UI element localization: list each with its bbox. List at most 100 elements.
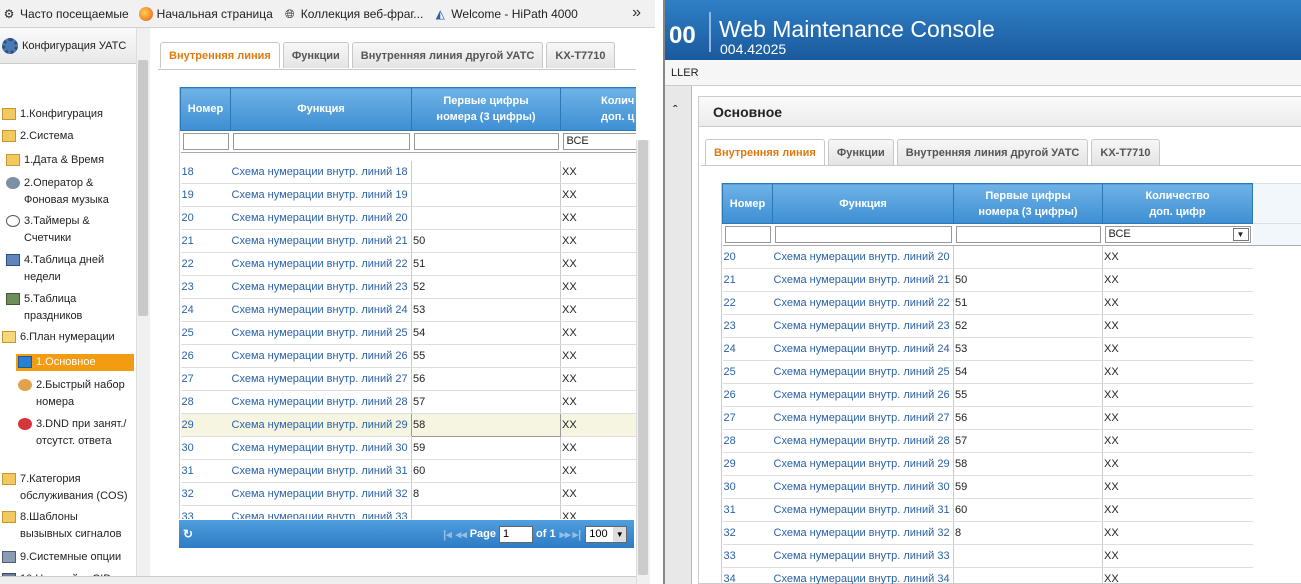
row-number-cell[interactable]: 26 (180, 344, 231, 368)
row-number-cell[interactable]: 32 (722, 521, 773, 545)
row-extra-digits-cell[interactable]: XX (1102, 567, 1253, 584)
sidebar-item-2[interactable]: 2.Система (0, 128, 136, 145)
row-first-digits-cell[interactable] (411, 206, 561, 230)
sidebar-item-11[interactable]: 3.DND при занят./отсутст. ответа (0, 416, 136, 450)
table-row[interactable]: 26 Схема нумерации внутр. линий 26 55 XX (180, 344, 636, 368)
row-extra-digits-cell[interactable]: XX (560, 344, 636, 368)
row-extra-digits-cell[interactable]: XX (1102, 383, 1253, 407)
row-first-digits-cell[interactable]: 56 (953, 406, 1103, 430)
row-number-cell[interactable]: 21 (180, 229, 231, 253)
table-row[interactable]: 23 Схема нумерации внутр. линий 23 52 XX (180, 275, 636, 299)
row-function-cell[interactable]: Схема нумерации внутр. линий 26 (772, 383, 954, 407)
table-row[interactable]: 26 Схема нумерации внутр. линий 26 55 XX (722, 383, 1301, 407)
filter-extra-digits-select[interactable]: ВСЕ ▼ (1102, 223, 1253, 246)
row-extra-digits-cell[interactable]: XX (1102, 337, 1253, 361)
col-extra-digits-header[interactable]: Количество доп. цифр (1102, 183, 1253, 224)
row-number-cell[interactable]: 32 (180, 482, 231, 506)
prev-page-icon[interactable]: ◂◂ (456, 528, 467, 541)
row-extra-digits-cell[interactable]: XX (560, 160, 636, 184)
table-row[interactable]: 21 Схема нумерации внутр. линий 21 50 XX (180, 229, 636, 253)
row-function-cell[interactable]: Схема нумерации внутр. линий 18 (230, 160, 412, 184)
row-extra-digits-cell[interactable]: XX (1102, 521, 1253, 545)
row-function-cell[interactable]: Схема нумерации внутр. линий 24 (772, 337, 954, 361)
row-first-digits-cell[interactable]: 8 (411, 482, 561, 506)
row-number-cell[interactable]: 25 (722, 360, 773, 384)
row-first-digits-cell[interactable]: 59 (953, 475, 1103, 499)
row-function-cell[interactable]: Схема нумерации внутр. линий 23 (772, 314, 954, 338)
sidebar-item-13[interactable]: 8.Шаблоны вызывных сигналов (0, 509, 136, 543)
horizontal-scrollbar[interactable] (0, 576, 636, 584)
row-first-digits-cell[interactable]: 50 (953, 268, 1103, 292)
row-first-digits-cell[interactable]: 55 (953, 383, 1103, 407)
row-first-digits-cell[interactable]: 52 (953, 314, 1103, 338)
sidebar-item-1[interactable]: 1.Конфигурация (0, 106, 136, 123)
row-first-digits-cell[interactable] (411, 505, 561, 519)
sidebar-item-14[interactable]: 9.Системные опции (0, 549, 136, 566)
row-number-cell[interactable]: 26 (722, 383, 773, 407)
sidebar-item-9[interactable]: 1.Основное (16, 354, 134, 371)
filter-function[interactable] (772, 223, 954, 246)
row-first-digits-cell[interactable] (953, 567, 1103, 584)
row-first-digits-cell[interactable]: 54 (953, 360, 1103, 384)
table-row[interactable]: 25 Схема нумерации внутр. линий 25 54 XX (722, 360, 1301, 384)
col-number-header[interactable]: Номер (180, 87, 231, 131)
row-first-digits-cell[interactable]: 50 (411, 229, 561, 253)
row-first-digits-cell[interactable]: 57 (411, 390, 561, 414)
row-function-cell[interactable]: Схема нумерации внутр. линий 31 (230, 459, 412, 483)
sidebar-scrollbar-thumb[interactable] (138, 60, 148, 316)
sidebar-item-10[interactable]: 2.Быстрый набор номера (0, 377, 136, 411)
tab-kx-t7710[interactable]: KX-T7710 (1091, 139, 1160, 165)
row-number-cell[interactable]: 28 (722, 429, 773, 453)
row-number-cell[interactable]: 33 (180, 505, 231, 519)
table-row[interactable]: 29 Схема нумерации внутр. линий 29 58 XX (722, 452, 1301, 476)
table-row[interactable]: 33 Схема нумерации внутр. линий 33 XX (722, 544, 1301, 568)
table-row[interactable]: 20 Схема нумерации внутр. линий 20 XX (722, 245, 1301, 269)
table-row[interactable]: 24 Схема нумерации внутр. линий 24 53 XX (180, 298, 636, 322)
row-function-cell[interactable]: Схема нумерации внутр. линий 29 (230, 413, 412, 437)
last-page-icon[interactable]: ▸| (573, 528, 582, 541)
row-extra-digits-cell[interactable]: XX (1102, 245, 1253, 269)
tab-features[interactable]: Функции (282, 42, 349, 68)
row-extra-digits-cell[interactable]: XX (1102, 268, 1253, 292)
row-first-digits-cell[interactable]: 51 (411, 252, 561, 276)
row-extra-digits-cell[interactable]: XX (560, 321, 636, 345)
col-function-header[interactable]: Функция (230, 87, 412, 131)
row-number-cell[interactable]: 23 (180, 275, 231, 299)
row-function-cell[interactable]: Схема нумерации внутр. линий 26 (230, 344, 412, 368)
collapsed-sidebar[interactable]: ˆ (665, 86, 692, 584)
tab-other-pbx-extension[interactable]: Внутренняя линия другой УАТС (351, 42, 544, 68)
row-first-digits-cell[interactable]: 52 (411, 275, 561, 299)
sidebar-header[interactable]: Конфигурация УАТС (0, 28, 149, 64)
row-function-cell[interactable]: Схема нумерации внутр. линий 21 (772, 268, 954, 292)
table-row[interactable]: 32 Схема нумерации внутр. линий 32 8 XX (722, 521, 1301, 545)
row-number-cell[interactable]: 19 (180, 183, 231, 207)
table-row[interactable]: 28 Схема нумерации внутр. линий 28 57 XX (180, 390, 636, 414)
chevron-up-icon[interactable]: ˆ (673, 102, 678, 118)
row-extra-digits-cell[interactable]: XX (1102, 314, 1253, 338)
row-number-cell[interactable]: 33 (722, 544, 773, 568)
row-number-cell[interactable]: 31 (722, 498, 773, 522)
row-number-cell[interactable]: 22 (722, 291, 773, 315)
row-function-cell[interactable]: Схема нумерации внутр. линий 20 (230, 206, 412, 230)
row-extra-digits-cell[interactable]: XX (560, 252, 636, 276)
filter-number[interactable] (722, 223, 773, 246)
row-first-digits-cell[interactable]: 60 (953, 498, 1103, 522)
row-first-digits-cell[interactable]: 58 (411, 413, 561, 437)
row-number-cell[interactable]: 24 (722, 337, 773, 361)
content-scrollbar-thumb[interactable] (638, 140, 648, 575)
row-first-digits-cell[interactable]: 51 (953, 291, 1103, 315)
tab-features[interactable]: Функции (827, 139, 894, 165)
sidebar-item-6[interactable]: 4.Таблица дней недели (0, 252, 136, 286)
row-function-cell[interactable]: Схема нумерации внутр. линий 34 (772, 567, 954, 584)
row-number-cell[interactable]: 28 (180, 390, 231, 414)
row-number-cell[interactable]: 30 (180, 436, 231, 460)
row-extra-digits-cell[interactable]: XX (560, 298, 636, 322)
row-function-cell[interactable]: Схема нумерации внутр. линий 25 (772, 360, 954, 384)
row-extra-digits-cell[interactable]: XX (560, 229, 636, 253)
row-function-cell[interactable]: Схема нумерации внутр. линий 24 (230, 298, 412, 322)
row-function-cell[interactable]: Схема нумерации внутр. линий 28 (772, 429, 954, 453)
row-function-cell[interactable]: Схема нумерации внутр. линий 27 (772, 406, 954, 430)
row-function-cell[interactable]: Схема нумерации внутр. линий 23 (230, 275, 412, 299)
tab-kx-t7710[interactable]: KX-T7710 (546, 42, 615, 68)
row-number-cell[interactable]: 31 (180, 459, 231, 483)
